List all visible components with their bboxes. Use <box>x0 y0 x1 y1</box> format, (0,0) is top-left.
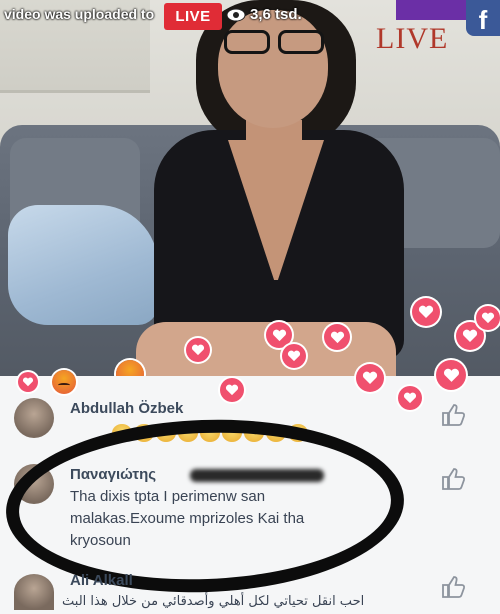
heart-icon <box>356 364 384 392</box>
like-icon[interactable] <box>440 466 466 492</box>
angry-face-icon <box>52 370 76 394</box>
heart-icon <box>220 378 244 402</box>
heart-icon <box>436 360 466 390</box>
avatar[interactable] <box>14 398 54 438</box>
upload-caption: video was uploaded to <box>4 6 155 22</box>
heart-icon <box>324 324 350 350</box>
comment-text: احب انقل تحياتي لكل أهلي وأصدقائي من خلا… <box>62 594 365 609</box>
streamer-face <box>218 10 328 128</box>
facebook-icon: f <box>466 0 500 36</box>
comment-author[interactable]: Ali Alkall <box>70 572 133 589</box>
eye-icon <box>226 8 246 22</box>
streamer-glasses <box>216 30 334 56</box>
heart-icon <box>186 338 210 362</box>
viewer-count-value: 3,6 tsd. <box>250 6 302 23</box>
heart-icon <box>412 298 440 326</box>
live-badge: LIVE <box>164 3 222 30</box>
viewer-count: 3,6 tsd. <box>226 6 302 23</box>
live-video[interactable]: video was uploaded to LIVE 3,6 tsd. LIVE… <box>0 0 500 376</box>
like-icon[interactable] <box>440 402 466 428</box>
heart-icon <box>18 372 38 392</box>
heart-icon <box>282 344 306 368</box>
comment-author[interactable]: Abdullah Özbek <box>70 400 183 417</box>
live-watermark: LIVE <box>376 22 449 55</box>
avatar[interactable] <box>14 574 54 610</box>
heart-icon <box>476 306 500 330</box>
streamer <box>136 0 436 376</box>
channel-logo <box>396 0 470 20</box>
like-icon[interactable] <box>440 574 466 600</box>
heart-icon <box>398 386 422 410</box>
